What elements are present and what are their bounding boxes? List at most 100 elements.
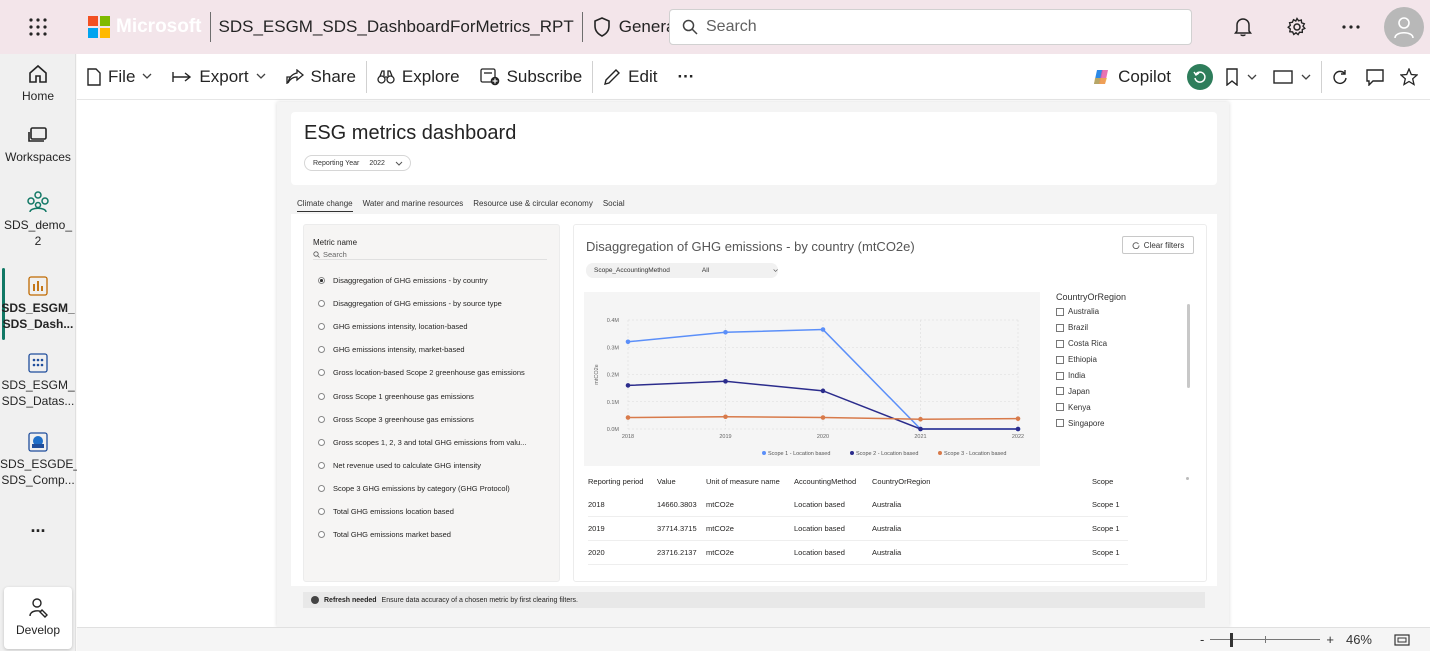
country-option[interactable]: Costa Rica: [1056, 336, 1196, 352]
reporting-year-slicer[interactable]: Reporting Year 2022: [304, 155, 411, 171]
subscribe-icon: [479, 67, 499, 85]
copilot-button[interactable]: Copilot: [1081, 54, 1181, 100]
bell-icon[interactable]: [1216, 0, 1270, 54]
legend-label: Scope 3 - Location based: [944, 451, 1006, 457]
zoom-in-button[interactable]: +: [1326, 632, 1334, 647]
country-option[interactable]: Brazil: [1056, 320, 1196, 336]
gear-icon[interactable]: [1270, 0, 1324, 54]
report-name[interactable]: SDS_ESGM_SDS_DashboardForMetrics_RPT: [219, 17, 574, 37]
country-label: Ethiopia: [1068, 355, 1097, 365]
metric-option[interactable]: Total GHG emissions location based: [318, 500, 526, 523]
country-option[interactable]: Kenya: [1056, 399, 1196, 415]
explore-button[interactable]: Explore: [367, 54, 470, 100]
more-icon[interactable]: [1324, 0, 1378, 54]
scope-accounting-slicer[interactable]: Scope_AccountingMethod All: [586, 263, 778, 278]
table-header-row: Reporting period Value Unit of measure nam…: [588, 469, 1128, 493]
metric-option[interactable]: GHG emissions intensity, location-based: [318, 315, 526, 338]
metric-option[interactable]: Gross Scope 3 greenhouse gas emissions: [318, 408, 526, 431]
metric-option[interactable]: Total GHG emissions market based: [318, 523, 526, 546]
nav-workspaces[interactable]: Workspaces: [0, 126, 76, 165]
microsoft-logo[interactable]: Microsoft: [88, 16, 202, 38]
favorite-star-icon[interactable]: [1392, 54, 1430, 100]
table-cell: Australia: [872, 524, 902, 533]
column-header[interactable]: AccountingMethod: [794, 477, 872, 486]
nav-workspace-sds-demo[interactable]: SDS_demo_ 2: [0, 190, 76, 249]
status-bar: - + 46%: [77, 627, 1430, 651]
metric-option[interactable]: Disaggregation of GHG emissions - by cou…: [318, 269, 526, 292]
table-cell: Location based: [794, 500, 845, 509]
metric-option[interactable]: Gross location-based Scope 2 greenhouse …: [318, 361, 526, 384]
nav-label: SDS_demo_: [3, 218, 73, 232]
edit-button[interactable]: Edit: [593, 54, 667, 100]
subscribe-button[interactable]: Subscribe: [470, 54, 593, 100]
nav-home[interactable]: Home: [0, 63, 76, 104]
avatar-icon[interactable]: [1384, 7, 1424, 47]
column-header[interactable]: Reporting period: [588, 477, 657, 486]
nav-more-icon[interactable]: ...: [0, 517, 76, 535]
country-option[interactable]: Ethiopia: [1056, 352, 1196, 368]
table-cell: 2020: [588, 548, 605, 557]
country-option[interactable]: Australia: [1056, 304, 1196, 320]
table-cell: Scope 1: [1092, 548, 1120, 557]
view-menu[interactable]: [1263, 54, 1321, 100]
tab-resource-use[interactable]: Resource use & circular economy: [473, 199, 593, 212]
column-header[interactable]: CountryOrRegion: [872, 477, 1092, 486]
nav-composite[interactable]: SDS_ESGDE_ SDS_Comp...: [0, 431, 80, 488]
develop-button[interactable]: Develop: [4, 587, 72, 649]
zoom-thumb[interactable]: [1230, 632, 1234, 647]
zoom-slider[interactable]: [1210, 632, 1321, 647]
metric-search-input[interactable]: Search: [313, 249, 547, 260]
metric-option[interactable]: GHG emissions intensity, market-based: [318, 338, 526, 361]
status-refresh-badge[interactable]: [1181, 64, 1219, 90]
divider: [209, 12, 211, 42]
metric-option[interactable]: Net revenue used to calculate GHG intens…: [318, 454, 526, 477]
chevron-down-icon: [1247, 74, 1257, 80]
refresh-icon[interactable]: [1322, 54, 1358, 100]
file-menu[interactable]: File: [77, 54, 162, 100]
metric-option-label: Gross Scope 3 greenhouse gas emissions: [333, 414, 474, 424]
metric-option[interactable]: Gross scopes 1, 2, 3 and total GHG emiss…: [318, 431, 526, 454]
metric-option[interactable]: Disaggregation of GHG emissions - by sou…: [318, 292, 526, 315]
more-options-button[interactable]: ···: [667, 54, 704, 100]
radio-icon: [318, 300, 325, 308]
slicer-label: Scope_AccountingMethod: [594, 267, 670, 274]
x-tick-label: 2022: [1012, 434, 1024, 440]
country-option[interactable]: Japan: [1056, 383, 1196, 399]
table-cell: 14660.3803: [657, 500, 697, 509]
nav-report-dashboard[interactable]: SDS_ESGM_ SDS_Dash...: [0, 275, 76, 332]
checkbox-icon: [1056, 323, 1064, 332]
comment-icon[interactable]: [1358, 54, 1392, 100]
nav-dataset[interactable]: SDS_ESGM_ SDS_Datas...: [0, 352, 76, 409]
column-header[interactable]: Unit of measure name: [706, 477, 794, 486]
app-launcher-icon[interactable]: [0, 0, 76, 54]
data-point: [723, 414, 728, 420]
country-option[interactable]: Singapore: [1056, 415, 1196, 431]
metric-option[interactable]: Scope 3 GHG emissions by category (GHG P…: [318, 477, 526, 500]
share-button[interactable]: Share: [276, 54, 366, 100]
x-tick-label: 2018: [622, 434, 634, 440]
bookmark-menu[interactable]: [1219, 54, 1263, 100]
table-cell: 2018: [588, 500, 605, 509]
legend-marker: [762, 451, 766, 455]
column-header[interactable]: Value: [657, 477, 706, 486]
tab-social[interactable]: Social: [603, 199, 625, 212]
search-icon: [313, 250, 320, 258]
zoom-out-button[interactable]: -: [1200, 632, 1204, 647]
page-title: ESG metrics dashboard: [304, 122, 517, 144]
refresh-badge-icon: [1187, 64, 1213, 90]
column-header[interactable]: Scope: [1092, 477, 1128, 486]
search-input[interactable]: Search: [669, 9, 1192, 45]
tab-water-marine[interactable]: Water and marine resources: [363, 199, 464, 212]
fit-to-page-icon[interactable]: [1394, 633, 1410, 646]
metric-option[interactable]: Gross Scope 1 greenhouse gas emissions: [318, 384, 526, 407]
tab-climate-change[interactable]: Climate change: [297, 199, 353, 212]
export-menu[interactable]: Export: [162, 54, 275, 100]
scrollbar[interactable]: [1187, 304, 1190, 388]
country-option[interactable]: India: [1056, 368, 1196, 384]
table-cell: 37714.3715: [657, 524, 697, 533]
divider: [581, 12, 583, 42]
clear-filters-button[interactable]: Clear filters: [1122, 236, 1194, 254]
country-label: Kenya: [1068, 402, 1091, 412]
country-label: Brazil: [1068, 323, 1089, 333]
zoom-level[interactable]: 46%: [1346, 632, 1372, 647]
